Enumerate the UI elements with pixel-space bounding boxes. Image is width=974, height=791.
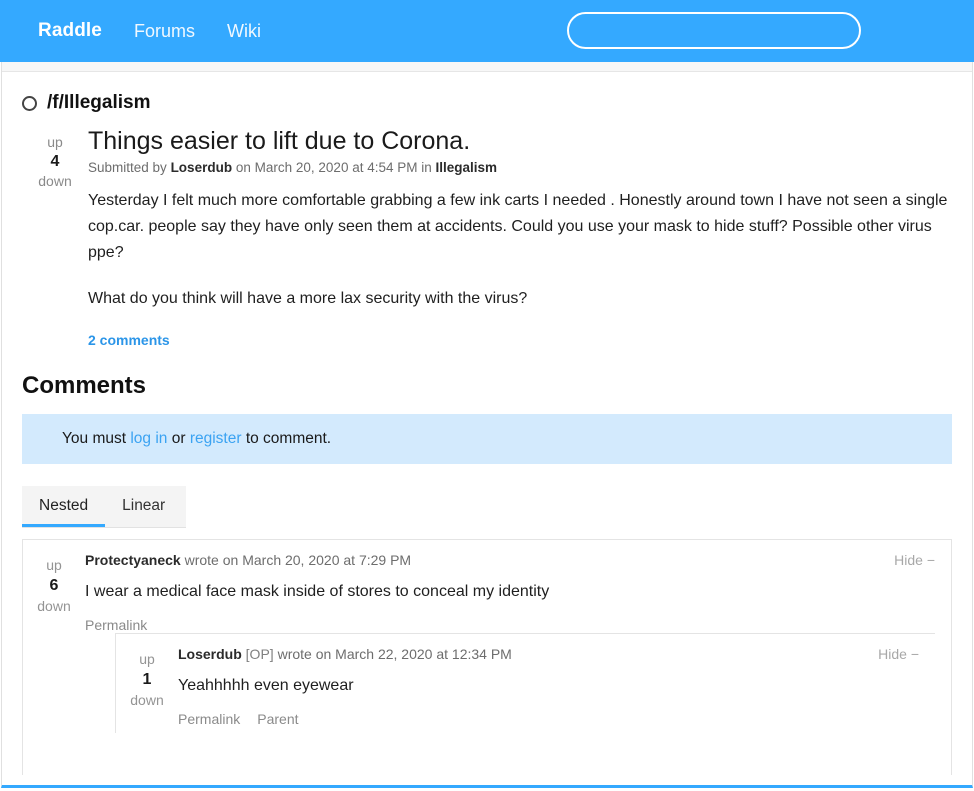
search-container	[567, 12, 861, 49]
submission-main: Things easier to lift due to Corona. Sub…	[84, 127, 958, 354]
submission-paragraph-2: What do you think will have a more lax s…	[88, 289, 528, 307]
forum-circle-icon	[22, 95, 37, 111]
comment-sort-tabs: Nested Linear	[22, 486, 186, 529]
nav-link-forums[interactable]: Forums	[134, 21, 195, 42]
comments-heading: Comments	[22, 372, 147, 400]
comment-main: Loserdub [OP] wrote on March 22, 2020 at…	[178, 646, 935, 727]
comment-item: up 6 down Protectyaneck wrote on March 2…	[23, 540, 951, 739]
meta-on-label: on	[235, 159, 251, 175]
comment-wrote-label: wrote on	[277, 646, 332, 663]
notice-prefix: You must	[62, 430, 131, 448]
comment-downvote-button[interactable]: down	[23, 596, 85, 616]
comment-vote-score: 1	[142, 671, 152, 689]
comment-author-link[interactable]: Loserdub	[178, 646, 242, 662]
login-notice: You must log in or register to comment.	[22, 414, 952, 465]
comment-header: Protectyaneck wrote on March 20, 2020 at…	[85, 552, 935, 568]
register-link[interactable]: register	[190, 430, 242, 447]
comment-upvote-button[interactable]: up	[23, 555, 85, 575]
page-content: /f/Illegalism up 4 down Things easier to…	[2, 72, 972, 776]
comment-op-tag: [OP]	[245, 646, 274, 663]
submission-datetime: March 20, 2020 at 4:54 PM	[254, 159, 418, 175]
comment-hide-toggle[interactable]: Hide −	[878, 646, 919, 662]
comment-main: Protectyaneck wrote on March 20, 2020 at…	[85, 552, 951, 734]
comment-author-link[interactable]: Protectyaneck	[85, 552, 181, 568]
tab-linear[interactable]: Linear	[105, 486, 182, 527]
comment-body: Yeahhhhh even eyewear	[178, 677, 354, 695]
upvote-button[interactable]: up	[26, 133, 84, 152]
submission-author-link[interactable]: Loserdub	[171, 160, 233, 175]
comment-datetime: March 20, 2020 at 7:29 PM	[242, 552, 412, 569]
comment-tree: up 6 down Protectyaneck wrote on March 2…	[22, 539, 952, 776]
submission-body: Yesterday I felt much more comfortable g…	[88, 188, 958, 312]
submission-meta: Submitted by Loserdub on March 20, 2020 …	[88, 160, 958, 175]
downvote-button[interactable]: down	[26, 172, 84, 191]
comment-permalink[interactable]: Permalink	[178, 711, 240, 727]
comment-wrote-label: wrote on	[184, 552, 239, 569]
login-link[interactable]: log in	[130, 430, 167, 447]
header-strip	[2, 62, 972, 72]
notice-suffix: to comment.	[241, 430, 332, 448]
top-navbar: Raddle Forums Wiki	[0, 0, 974, 62]
comment-byline: Protectyaneck wrote on March 20, 2020 at…	[85, 552, 894, 568]
nav-link-wiki[interactable]: Wiki	[227, 21, 261, 42]
comment-permalink[interactable]: Permalink	[85, 617, 147, 633]
brand-link-raddle[interactable]: Raddle	[38, 20, 102, 42]
comment-byline: Loserdub [OP] wrote on March 22, 2020 at…	[178, 646, 878, 662]
comment-downvote-button[interactable]: down	[116, 690, 178, 710]
page-frame: /f/Illegalism up 4 down Things easier to…	[1, 62, 973, 788]
comments-count-link[interactable]: 2 comments	[88, 332, 170, 348]
comment-vote-widget: up 6 down	[23, 552, 85, 733]
comment-body: I wear a medical face mask inside of sto…	[85, 583, 550, 601]
submission-title-link[interactable]: Things easier to lift due to Corona.	[88, 127, 958, 156]
comment-item-nested: up 1 down Loserdub [OP] wrote on March 2…	[115, 633, 935, 734]
submission-forum-link[interactable]: Illegalism	[436, 160, 498, 175]
comment-actions: Permalink Parent	[178, 711, 919, 727]
tab-nested[interactable]: Nested	[22, 486, 106, 528]
comment-parent-link[interactable]: Parent	[257, 711, 298, 727]
comment-vote-widget: up 1 down	[116, 646, 178, 727]
vote-score: 4	[50, 153, 60, 170]
submission: up 4 down Things easier to lift due to C…	[16, 120, 958, 354]
comment-hide-toggle[interactable]: Hide −	[894, 552, 935, 568]
submission-paragraph-1: Yesterday I felt much more comfortable g…	[88, 191, 948, 261]
submitted-by-label: Submitted by	[88, 159, 167, 175]
forum-name-link[interactable]: /f/Illegalism	[47, 92, 150, 114]
forum-heading: /f/Illegalism	[16, 72, 958, 120]
comment-header: Loserdub [OP] wrote on March 22, 2020 at…	[178, 646, 919, 662]
submission-vote-widget: up 4 down	[26, 127, 84, 354]
comment-vote-score: 6	[49, 577, 59, 595]
search-input[interactable]	[567, 12, 861, 49]
comment-datetime: March 22, 2020 at 12:34 PM	[335, 646, 512, 663]
comment-actions: Permalink	[85, 617, 935, 633]
notice-middle: or	[167, 430, 190, 448]
comment-upvote-button[interactable]: up	[116, 649, 178, 669]
meta-in-label: in	[421, 159, 432, 175]
